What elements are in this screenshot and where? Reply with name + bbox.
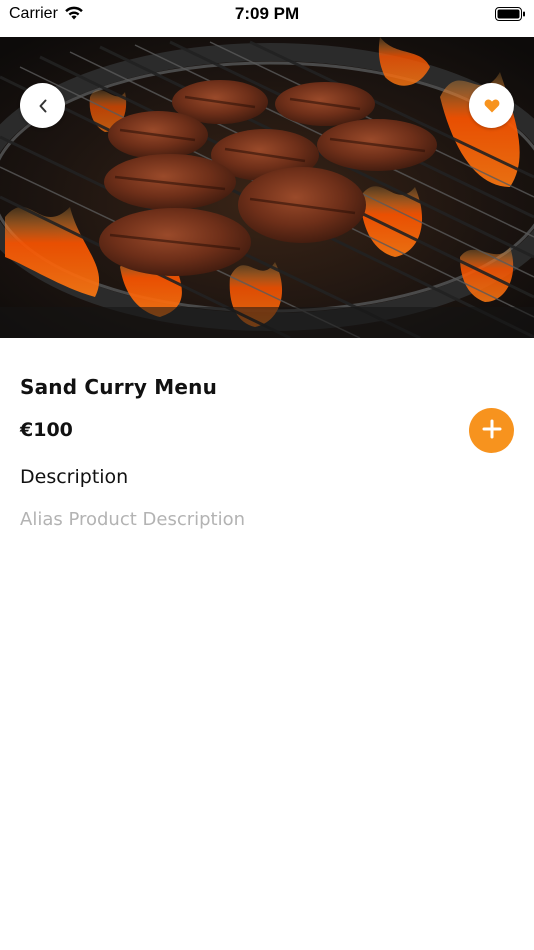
favorite-button[interactable] bbox=[469, 83, 514, 128]
heart-icon bbox=[484, 99, 500, 113]
product-title: Sand Curry Menu bbox=[20, 375, 218, 399]
status-bar: Carrier 7:09 PM bbox=[0, 0, 534, 37]
product-image bbox=[0, 37, 534, 338]
plus-icon bbox=[482, 419, 502, 443]
chevron-left-icon bbox=[37, 98, 49, 114]
description-text: Alias Product Description bbox=[20, 509, 246, 530]
add-to-cart-button[interactable] bbox=[469, 408, 514, 453]
battery-icon bbox=[495, 6, 526, 21]
description-heading: Description bbox=[20, 466, 129, 488]
back-button[interactable] bbox=[20, 83, 65, 128]
product-price: €100 bbox=[20, 419, 73, 441]
clock-time: 7:09 PM bbox=[234, 4, 300, 23]
product-detail-screen: Carrier 7:09 PM Sand Curry Menu €100 Des… bbox=[0, 0, 534, 950]
